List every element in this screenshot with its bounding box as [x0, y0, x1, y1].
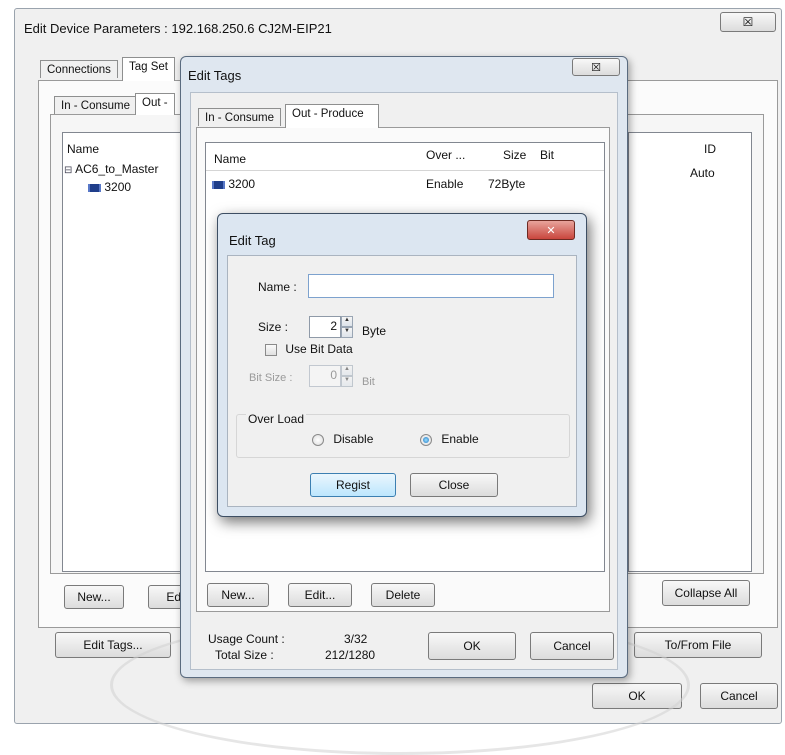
outer-subtab-out-produce[interactable]: Out - — [135, 93, 175, 115]
outer-subtab-in-consume[interactable]: In - Consume — [54, 96, 138, 114]
outer-tag-tree[interactable] — [62, 132, 182, 572]
checkbox-icon — [265, 343, 277, 356]
bit-size-label: Bit Size : — [249, 372, 293, 384]
stepper-down-icon: ▼ — [341, 376, 353, 387]
edit-tag-close-button[interactable]: ✕ — [527, 220, 575, 240]
name-label: Name : — [258, 280, 297, 294]
radio-selected-icon — [420, 433, 432, 446]
tag-icon — [212, 180, 225, 189]
edit-tags-edit-button[interactable]: Edit... — [288, 583, 352, 607]
edit-tags-title: Edit Tags — [188, 68, 242, 83]
overload-enable-radio[interactable]: Enable — [420, 432, 479, 446]
tree-item-label: 3200 — [104, 180, 132, 194]
size-input[interactable]: 2 — [309, 316, 341, 338]
tab-tag-sets[interactable]: Tag Set — [122, 57, 175, 81]
tag-icon — [88, 183, 101, 192]
stepper-up-icon[interactable]: ▲ — [341, 316, 353, 327]
row-name-cell: 3200 — [212, 177, 255, 191]
row-over-cell: Enable — [426, 177, 464, 191]
edit-tags-tab-out-produce[interactable]: Out - Produce — [285, 104, 379, 128]
overload-disable-radio[interactable]: Disable — [312, 432, 373, 446]
collapse-all-button[interactable]: Collapse All — [662, 580, 750, 606]
edit-tags-ok-button[interactable]: OK — [428, 632, 516, 660]
outer-tree-header: Name — [67, 142, 100, 156]
use-bit-data-label: Use Bit Data — [285, 342, 353, 356]
tab-connections[interactable]: Connections — [40, 60, 118, 78]
outer-close-button[interactable]: ☒ — [720, 12, 776, 32]
stepper-up-icon: ▲ — [341, 365, 353, 376]
edit-tags-new-button[interactable]: New... — [207, 583, 269, 607]
outer-window-title: Edit Device Parameters : 192.168.250.6 C… — [24, 21, 332, 36]
edit-tag-title: Edit Tag — [229, 233, 276, 248]
close-icon: ✕ — [546, 224, 556, 237]
close-icon: ☒ — [591, 61, 601, 74]
edit-tags-tab-in-consume[interactable]: In - Consume — [198, 108, 282, 126]
close-icon: ☒ — [742, 15, 754, 29]
outer-ok-button[interactable]: OK — [592, 683, 682, 709]
table-row[interactable] — [207, 172, 603, 192]
row-size-cell: 72Byte — [488, 177, 526, 191]
outer-new-button[interactable]: New... — [64, 585, 124, 609]
name-input[interactable] — [308, 274, 554, 298]
outer-cancel-button[interactable]: Cancel — [700, 683, 778, 709]
stepper-down-icon[interactable]: ▼ — [341, 327, 353, 338]
size-unit: Byte — [362, 324, 387, 338]
bit-size-unit: Bit — [362, 376, 375, 388]
outer-tree-item-ac6[interactable]: ⊟ AC6_to_Master — [64, 162, 158, 176]
to-from-file-button[interactable]: To/From File — [634, 632, 762, 658]
tree-group-icon: ⊟ — [64, 165, 73, 176]
close-button[interactable]: Close — [410, 473, 498, 497]
outer-id-list[interactable] — [628, 132, 752, 572]
usage-count-value: 3/32 — [344, 632, 368, 646]
outer-id-header: ID — [704, 142, 716, 156]
usage-count-label: Usage Count : — [208, 632, 285, 646]
overload-group-label: Over Load — [246, 412, 307, 426]
use-bit-data-checkbox[interactable]: Use Bit Data — [265, 342, 353, 356]
tree-item-label: AC6_to_Master — [75, 162, 159, 176]
column-name-header[interactable]: Name — [214, 152, 246, 166]
enable-label: Enable — [441, 432, 479, 446]
edit-tags-delete-button[interactable]: Delete — [371, 583, 435, 607]
column-overload-header[interactable]: Over ... — [426, 148, 465, 162]
outer-id-value: Auto — [690, 166, 715, 180]
total-size-label: Total Size : — [215, 648, 274, 662]
bit-size-stepper: ▲ ▼ — [341, 365, 353, 387]
edit-tags-button[interactable]: Edit Tags... — [55, 632, 171, 658]
row-name-text: 3200 — [228, 177, 256, 191]
bit-size-input: 0 — [309, 365, 341, 387]
disable-label: Disable — [333, 432, 374, 446]
total-size-value: 212/1280 — [325, 648, 376, 662]
column-bit-header[interactable]: Bit — [540, 148, 554, 162]
edit-tags-close-button[interactable]: ☒ — [572, 58, 620, 76]
regist-button[interactable]: Regist — [310, 473, 396, 497]
size-stepper[interactable]: ▲ ▼ — [341, 316, 353, 338]
edit-tags-cancel-button[interactable]: Cancel — [530, 632, 614, 660]
size-label: Size : — [258, 320, 289, 334]
column-size-header[interactable]: Size — [503, 148, 526, 162]
outer-tree-item-3200[interactable]: 3200 — [88, 180, 131, 194]
radio-icon — [312, 433, 324, 446]
